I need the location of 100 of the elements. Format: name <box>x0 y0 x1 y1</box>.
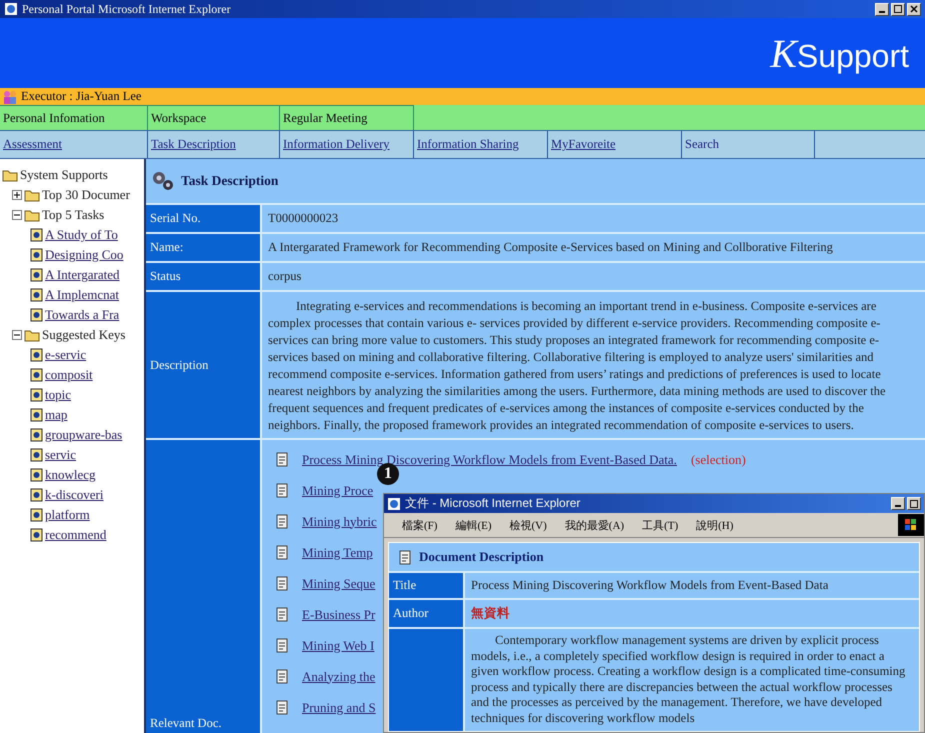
document-link[interactable]: Mining hybric <box>302 514 377 530</box>
tree-link[interactable]: map <box>45 407 68 423</box>
document-icon <box>276 700 288 715</box>
tree-folder-label[interactable]: System Supports <box>20 167 108 183</box>
menu-item[interactable]: 檢視(V) <box>510 518 547 532</box>
menu-item[interactable]: 我的最愛(A) <box>564 518 624 532</box>
tree-link[interactable]: recommend <box>45 527 106 543</box>
window-title: Personal Portal Microsoft Internet Explorer <box>22 2 232 16</box>
close-icon <box>910 5 918 13</box>
page-icon <box>30 248 43 262</box>
nav-link[interactable]: Task Description <box>148 131 280 158</box>
document-icon <box>276 576 288 591</box>
section-title: Document Description <box>419 549 544 565</box>
tree-folder-label[interactable]: Suggested Keys <box>42 327 126 343</box>
tree-link[interactable]: A Intergarated <box>45 267 120 283</box>
page-icon <box>30 348 43 362</box>
document-link[interactable]: Mining Seque <box>302 576 376 592</box>
document-icon <box>276 514 288 529</box>
document-link[interactable]: Pruning and S <box>302 700 376 716</box>
field-value: 無資料 <box>470 605 511 622</box>
document-link[interactable]: Mining Web I <box>302 638 374 654</box>
field-label: Name: <box>146 234 262 261</box>
tree-link[interactable]: A Study of To <box>45 227 118 243</box>
tree-link[interactable]: knowlecg <box>45 467 96 483</box>
document-link[interactable]: Mining Temp <box>302 544 373 560</box>
page-icon <box>30 448 43 462</box>
maximize-button[interactable] <box>891 2 905 16</box>
document-icon <box>276 607 288 622</box>
close-button[interactable] <box>907 2 921 16</box>
document-icon <box>276 545 288 560</box>
field-label: Serial No. <box>146 205 262 232</box>
document-icon <box>399 550 411 564</box>
menu-item[interactable]: 編輯(E) <box>455 518 492 532</box>
field-label: Description <box>146 292 262 438</box>
folder-icon <box>2 168 18 182</box>
flag-icon <box>905 519 917 531</box>
document-link[interactable]: E-Business Pr <box>302 606 376 622</box>
nav-link[interactable]: Information Delivery <box>280 131 414 158</box>
field-value: A Intergarated Framework for Recommending Composite e-Services based on Mining and Collborative Filtering <box>267 239 834 256</box>
minimize-button[interactable] <box>891 497 905 510</box>
minimize-icon <box>879 10 885 12</box>
page-icon <box>30 508 43 522</box>
page-icon <box>30 388 43 402</box>
minimize-icon <box>895 505 901 507</box>
nav-tab[interactable]: Workspace <box>148 105 280 130</box>
tree-folder-label[interactable]: Top 5 Tasks <box>42 207 104 223</box>
field-value: Process Mining Discovering Workflow Models from Event-Based Data <box>470 577 830 594</box>
tree-link[interactable]: k-discoveri <box>45 487 104 503</box>
expand-icon[interactable] <box>12 190 22 200</box>
collapse-icon[interactable] <box>12 330 22 340</box>
document-icon <box>276 638 288 653</box>
field-label: Title <box>389 573 465 598</box>
tree-link[interactable]: platform <box>45 507 90 523</box>
maximize-button[interactable] <box>907 497 921 510</box>
document-icon <box>276 669 288 684</box>
description-text: Integrating e-services and recommendations is becoming an important trend in e-business. Composite e-services are complex processes that contain various e- services provided by different e-service providers. Recommending composite e- services can bring more value to customers. This study proposes an integrated framework for recommending composite e-services based on mining and collaborative filtering. Collaborative filtering is employed to analyze users' similarities and recommend composite e-services. Information gathered from users’ ratings and predictions of preferences is used to locate nearest neighbors by analyzing the similarities among the users. Furthermore, data mining methods are used to discover the frequent sequences and frequent predicates of e-services among the instances of composite e-services conducted by the neighbors. Finally, the proposed framework provides an integrated recommendation of composite e-services to users. <box>267 298 887 434</box>
tree-link[interactable]: A Implemcnat <box>45 287 120 303</box>
tree-link[interactable]: e-servic <box>45 347 86 363</box>
executor-name: Executor : Jia-Yuan Lee <box>21 89 142 104</box>
field-label: Status <box>146 263 262 290</box>
nav-tab[interactable]: Regular Meeting <box>280 105 414 130</box>
maximize-icon <box>894 5 902 13</box>
menu-item[interactable]: 說明(H) <box>696 518 734 532</box>
tree-link[interactable]: servic <box>45 447 76 463</box>
gears-icon <box>151 170 175 192</box>
browser-icon <box>387 496 401 510</box>
tree-link[interactable]: Towards a Fra <box>45 307 120 323</box>
document-link[interactable]: Mining Proce <box>302 482 374 498</box>
field-label: Relevant Doc. <box>146 440 262 733</box>
nav-tab[interactable]: Search <box>682 131 815 158</box>
field-value: T0000000023 <box>267 210 340 227</box>
minimize-button[interactable] <box>875 2 889 16</box>
menu-item[interactable]: 工具(T) <box>642 518 678 532</box>
field-value: corpus <box>267 268 302 285</box>
nav-tab[interactable]: Personal Infomation <box>0 105 148 130</box>
tree-link[interactable]: composit <box>45 367 93 383</box>
page-icon <box>30 288 43 302</box>
nav-link[interactable]: Information Sharing <box>414 131 548 158</box>
window-title: 文件 - Microsoft Internet Explorer <box>405 495 582 512</box>
menu-item[interactable]: 檔案(F) <box>402 518 438 532</box>
page-icon <box>30 428 43 442</box>
document-icon <box>276 483 288 498</box>
document-link[interactable]: Analyzing the <box>302 668 376 684</box>
tree-folder-label[interactable]: Top 30 Documer <box>42 187 130 203</box>
collapse-icon[interactable] <box>12 210 22 220</box>
maximize-icon <box>910 500 918 508</box>
tree-link[interactable]: topic <box>45 387 71 403</box>
nav-link[interactable]: Assessment <box>0 131 148 158</box>
page-icon <box>30 268 43 282</box>
tree-link[interactable]: groupware-bas <box>45 427 122 443</box>
folder-icon <box>24 208 40 222</box>
page-icon <box>30 488 43 502</box>
page-icon <box>30 528 43 542</box>
tree-link[interactable]: Designing Coo <box>45 247 124 263</box>
field-label: Author <box>389 600 465 627</box>
folder-icon <box>24 328 40 342</box>
page-icon <box>30 408 43 422</box>
section-title: Task Description <box>181 173 278 189</box>
nav-link[interactable]: MyFavoreite <box>548 131 682 158</box>
page-icon <box>30 308 43 322</box>
